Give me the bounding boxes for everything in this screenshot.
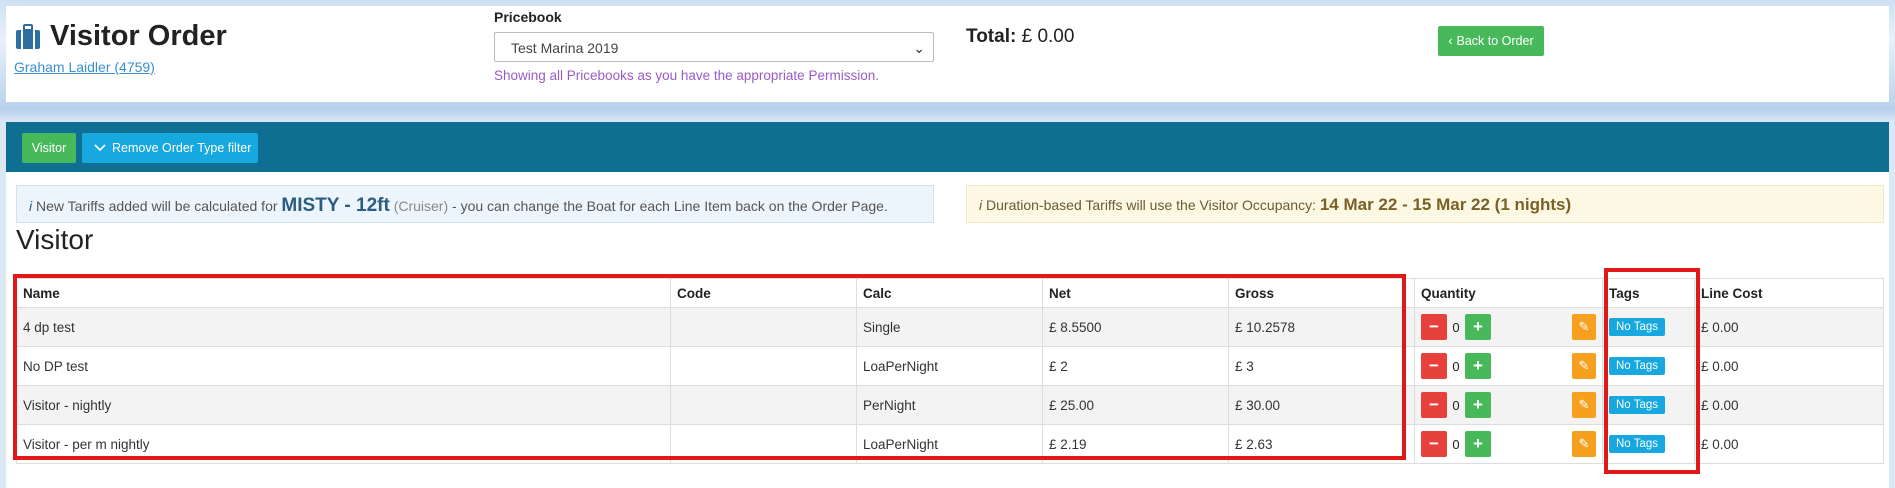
- row-line-cost: £ 0.00: [1694, 307, 1884, 347]
- row-quantity: − 0 + ✎: [1414, 307, 1603, 347]
- plus-icon[interactable]: +: [1465, 314, 1491, 340]
- row-quantity: − 0 + ✎: [1414, 346, 1603, 386]
- col-line-cost-header: Line Cost: [1694, 278, 1884, 308]
- row-quantity: − 0 + ✎: [1414, 385, 1603, 425]
- edit-icon[interactable]: ✎: [1572, 314, 1596, 340]
- back-to-order-button[interactable]: ‹ Back to Order: [1438, 26, 1544, 56]
- pricebook-label: Pricebook: [494, 9, 562, 25]
- plus-icon[interactable]: +: [1465, 353, 1491, 379]
- highlight-box-tags: [1604, 268, 1700, 474]
- remove-filter-button[interactable]: Remove Order Type filter: [82, 133, 258, 163]
- suitcase-icon: [16, 23, 40, 49]
- chevron-down-icon: ⌄: [913, 40, 925, 56]
- boat-name: MISTY - 12ft: [281, 195, 390, 216]
- minus-icon[interactable]: −: [1421, 353, 1447, 379]
- total-label: Total:: [966, 26, 1017, 47]
- boat-type: (Cruiser): [393, 198, 449, 214]
- owner-link[interactable]: Graham Laidler (4759): [14, 59, 227, 75]
- pricebook-select[interactable]: Test Marina 2019 ⌄: [494, 32, 934, 62]
- header-panel: [6, 6, 1889, 102]
- info-icon: i: [29, 198, 33, 214]
- info-suffix: - you can change the Boat for each Line …: [452, 198, 888, 214]
- page-title: Visitor Order: [14, 20, 227, 53]
- minus-icon[interactable]: −: [1421, 431, 1447, 457]
- plus-icon[interactable]: +: [1465, 431, 1491, 457]
- quantity-value: 0: [1452, 436, 1460, 452]
- page-title-text: Visitor Order: [50, 20, 227, 52]
- row-line-cost: £ 0.00: [1694, 385, 1884, 425]
- back-button-label: Back to Order: [1456, 34, 1534, 48]
- quantity-value: 0: [1452, 358, 1460, 374]
- chevron-down-icon: [94, 144, 106, 152]
- info-prefix: New Tariffs added will be calculated for: [36, 198, 278, 214]
- occupancy-alert: i Duration-based Tariffs will use the Vi…: [966, 185, 1884, 223]
- pricebook-value: Test Marina 2019: [511, 40, 619, 56]
- occupancy-prefix: Duration-based Tariffs will use the Visi…: [986, 197, 1316, 213]
- edit-icon[interactable]: ✎: [1572, 431, 1596, 457]
- order-total: Total: £ 0.00: [966, 26, 1074, 48]
- info-icon: i: [979, 197, 983, 213]
- section-title: Visitor: [16, 224, 94, 255]
- boat-info-alert: i New Tariffs added will be calculated f…: [16, 185, 934, 223]
- chevron-left-icon: ‹: [1448, 34, 1453, 48]
- pricebook-note: Showing all Pricebooks as you have the a…: [494, 68, 879, 83]
- plus-icon[interactable]: +: [1465, 392, 1491, 418]
- quantity-value: 0: [1452, 397, 1460, 413]
- title-block: Visitor Order Graham Laidler (4759): [14, 20, 227, 75]
- total-value: £ 0.00: [1021, 26, 1075, 47]
- row-quantity: − 0 + ✎: [1414, 424, 1603, 464]
- filter-toolbar: [6, 122, 1889, 172]
- remove-filter-label: Remove Order Type filter: [112, 141, 252, 155]
- row-line-cost: £ 0.00: [1694, 424, 1884, 464]
- highlight-box-details: [13, 274, 1406, 460]
- occupancy-dates: 14 Mar 22 - 15 Mar 22 (1 nights): [1319, 195, 1572, 214]
- edit-icon[interactable]: ✎: [1572, 392, 1596, 418]
- minus-icon[interactable]: −: [1421, 392, 1447, 418]
- col-quantity-header: Quantity: [1414, 278, 1603, 308]
- visitor-type-button[interactable]: Visitor: [22, 133, 76, 163]
- edit-icon[interactable]: ✎: [1572, 353, 1596, 379]
- quantity-value: 0: [1452, 319, 1460, 335]
- minus-icon[interactable]: −: [1421, 314, 1447, 340]
- row-line-cost: £ 0.00: [1694, 346, 1884, 386]
